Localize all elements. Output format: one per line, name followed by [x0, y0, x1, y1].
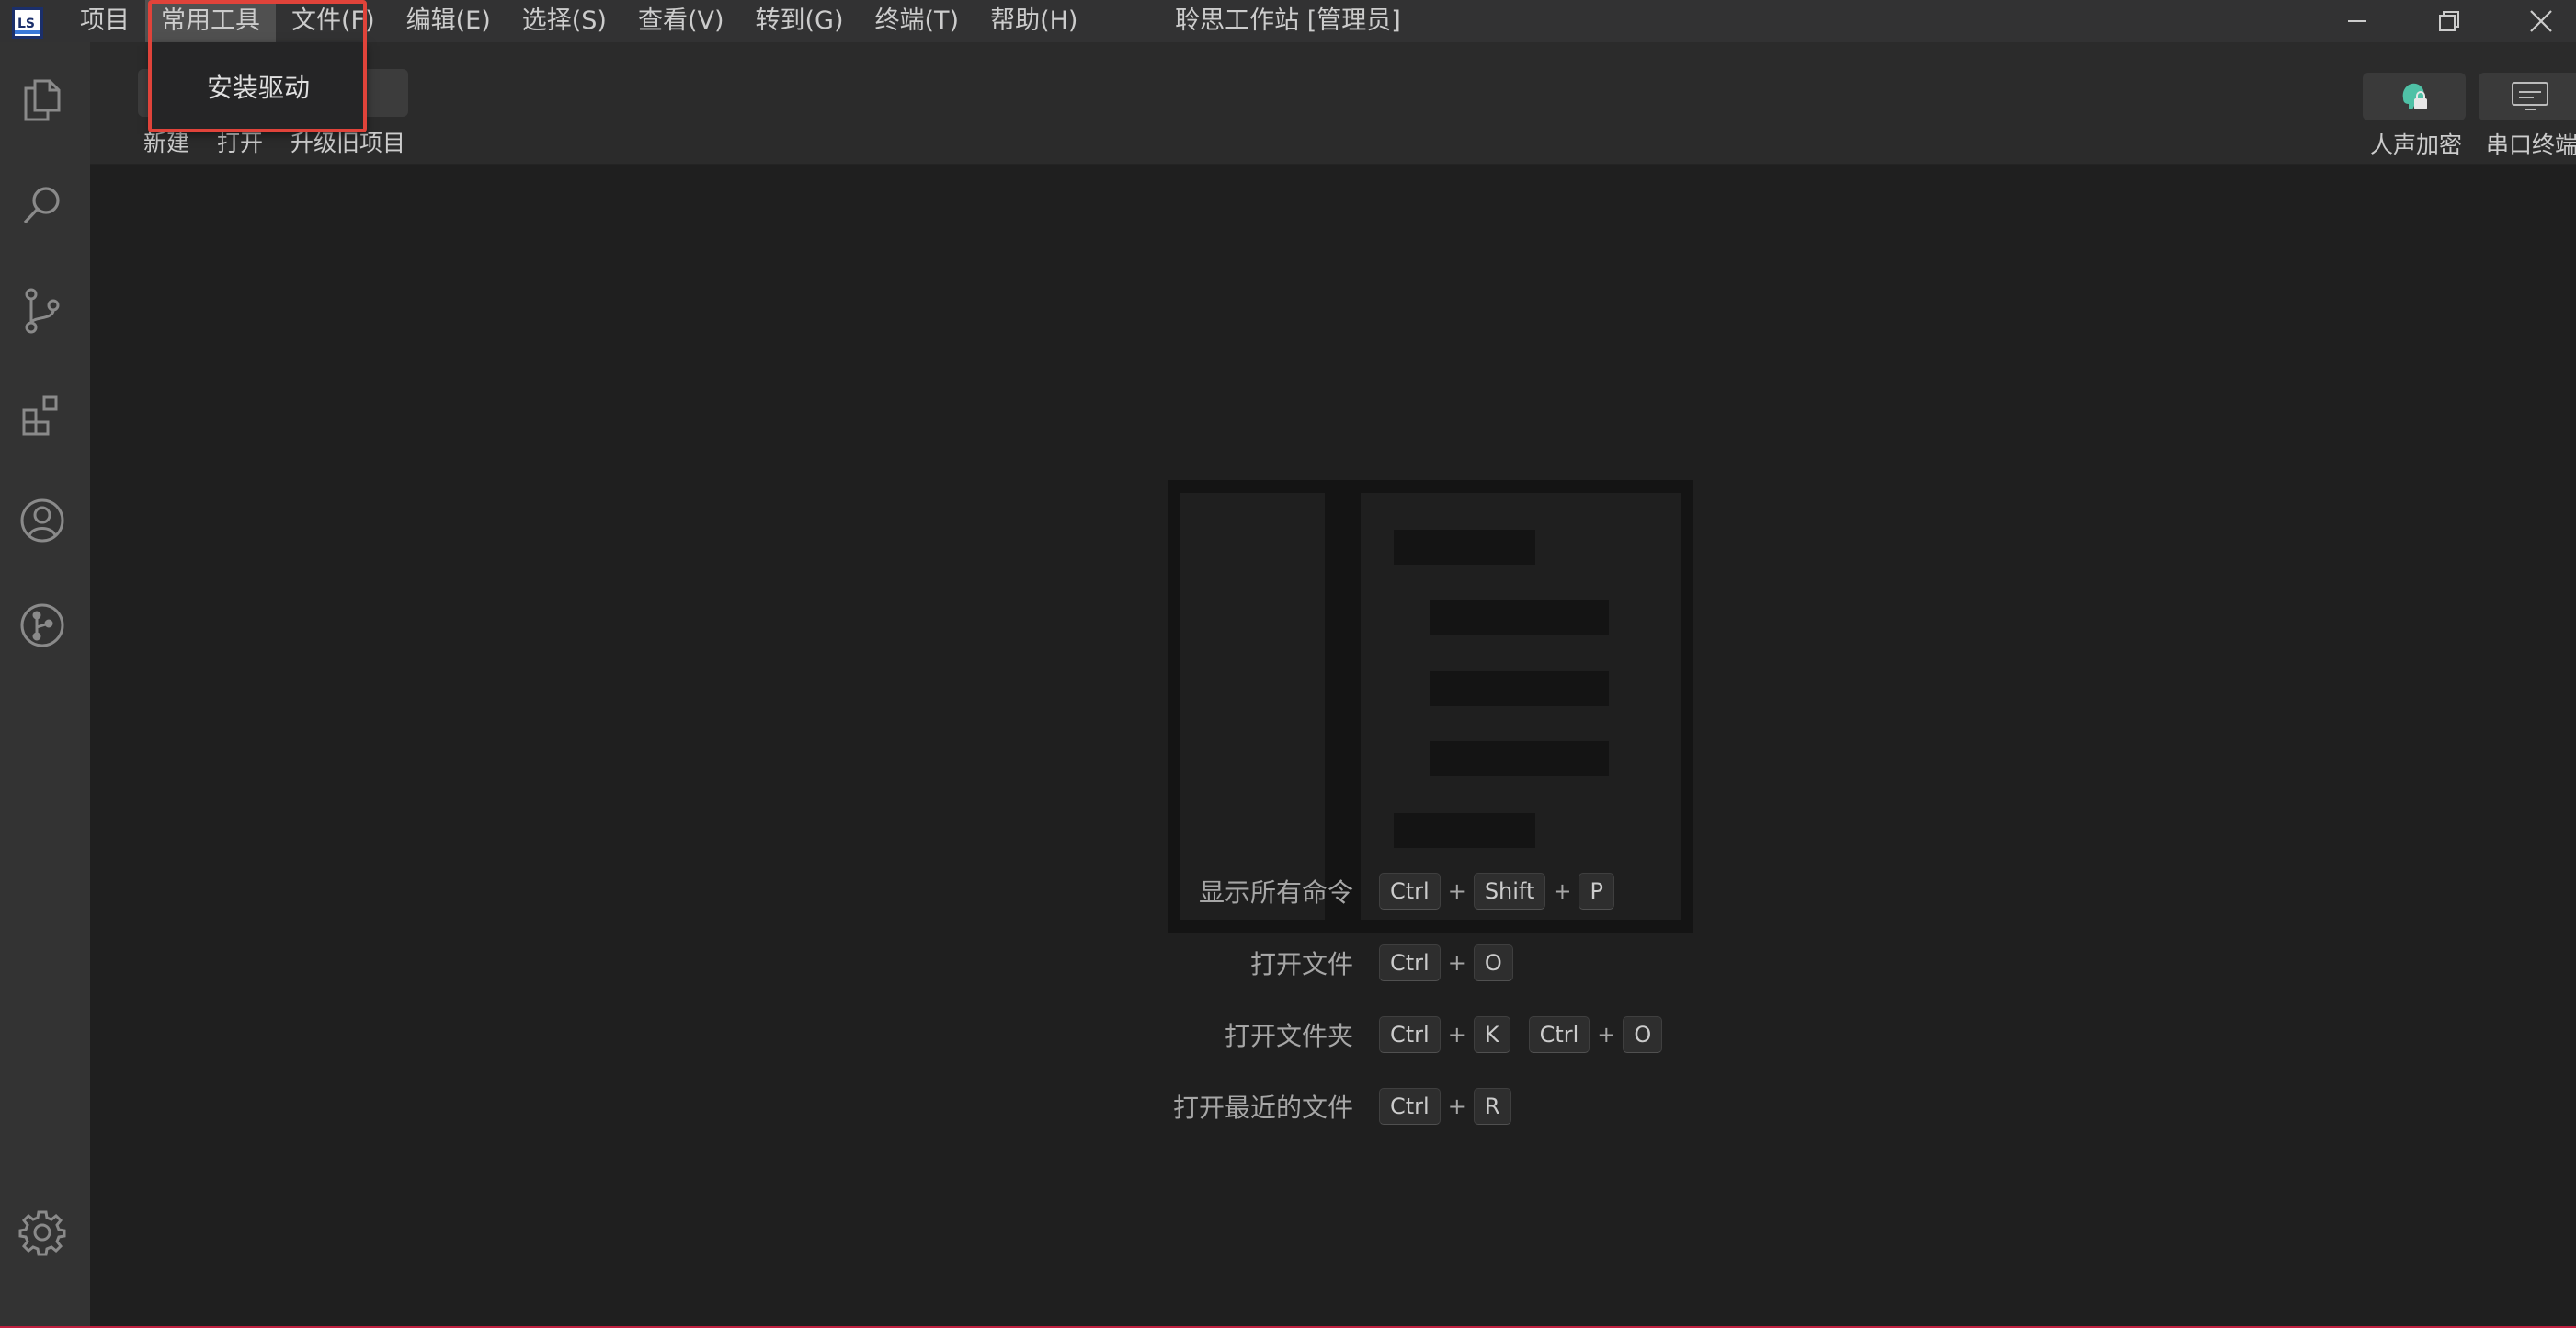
menu-terminal[interactable]: 终端(T) [860, 0, 975, 42]
explorer-icon[interactable] [13, 70, 72, 129]
editor-welcome-area: 显示所有命令 Ctrl + Shift + P 打开文件 Ctrl + O 打开… [90, 165, 2576, 1328]
app-logo-icon: LS [9, 5, 46, 41]
search-icon[interactable] [13, 177, 72, 235]
install-driver-menu-item[interactable]: 安装驱动 [151, 68, 366, 105]
menu-common-tools[interactable]: 常用工具 [145, 0, 276, 42]
shortcut-label: 打开最近的文件 [1172, 1093, 1353, 1123]
restore-button[interactable] [2403, 0, 2495, 42]
settings-icon[interactable] [13, 1203, 72, 1262]
extensions-icon[interactable] [13, 386, 72, 445]
keycap: Ctrl [1379, 944, 1441, 981]
keycap: Ctrl [1379, 873, 1441, 910]
shortcut-open-folder: 打开文件夹 Ctrl + K Ctrl + O [1101, 1016, 1663, 1053]
plus-sign: + [1553, 878, 1572, 904]
plus-sign: + [1447, 878, 1466, 904]
keycap: Shift [1473, 873, 1546, 910]
keycap: Ctrl [1379, 1016, 1441, 1053]
menu-selection[interactable]: 选择(S) [507, 0, 622, 42]
menu-view[interactable]: 查看(V) [622, 0, 740, 42]
serial-terminal-button[interactable] [2479, 73, 2576, 120]
account-icon[interactable] [13, 491, 72, 550]
keycap: R [1473, 1088, 1511, 1125]
menu-edit[interactable]: 编辑(E) [391, 0, 507, 42]
close-icon [2530, 10, 2552, 32]
toolbar: 新建 打开 升级旧项目 人声加密 串口终端 [90, 42, 2576, 165]
keycap: K [1473, 1016, 1510, 1053]
serial-terminal-icon [2512, 82, 2548, 110]
activity-bar [0, 42, 90, 1328]
close-button[interactable] [2495, 0, 2576, 42]
common-tools-dropdown: 安装驱动 [151, 42, 366, 131]
keycap: Ctrl [1379, 1088, 1441, 1125]
menu-goto[interactable]: 转到(G) [740, 0, 860, 42]
menu-help[interactable]: 帮助(H) [975, 0, 1093, 42]
git-graph-icon[interactable] [13, 596, 72, 655]
plus-sign: + [1447, 1093, 1466, 1119]
voice-encrypt-label[interactable]: 人声加密 [2370, 127, 2462, 160]
shortcut-open-recent: 打开最近的文件 Ctrl + R [1101, 1088, 1511, 1125]
plus-sign: + [1597, 1022, 1616, 1048]
minimize-icon [2348, 20, 2366, 22]
editor-watermark-logo [1168, 480, 1693, 936]
voice-encrypt-icon [2402, 83, 2427, 109]
menu-bar: 项目 常用工具 文件(F) 编辑(E) 选择(S) 查看(V) 转到(G) 终端… [64, 0, 1093, 42]
keycap: O [1473, 944, 1513, 981]
shortcut-open-file: 打开文件 Ctrl + O [1101, 944, 1513, 981]
menu-file[interactable]: 文件(F) [276, 0, 391, 42]
source-control-icon[interactable] [13, 281, 72, 340]
shortcut-label: 打开文件夹 [1224, 1021, 1353, 1051]
serial-terminal-label[interactable]: 串口终端 [2486, 127, 2576, 160]
restore-icon [2439, 11, 2459, 31]
plus-sign: + [1447, 1022, 1466, 1048]
shortcut-label: 显示所有命令 [1198, 877, 1353, 908]
voice-encrypt-button[interactable] [2363, 73, 2466, 120]
shortcut-show-all-commands: 显示所有命令 Ctrl + Shift + P [1101, 873, 1614, 910]
keycap: Ctrl [1528, 1016, 1590, 1053]
plus-sign: + [1447, 950, 1466, 976]
shortcut-label: 打开文件 [1249, 949, 1353, 979]
svg-text:LS: LS [17, 17, 35, 31]
title-bar: LS 项目 常用工具 文件(F) 编辑(E) 选择(S) 查看(V) 转到(G)… [0, 0, 2576, 42]
keycap: O [1623, 1016, 1663, 1053]
menu-project[interactable]: 项目 [64, 0, 145, 42]
keycap: P [1579, 873, 1614, 910]
minimize-button[interactable] [2311, 0, 2403, 42]
